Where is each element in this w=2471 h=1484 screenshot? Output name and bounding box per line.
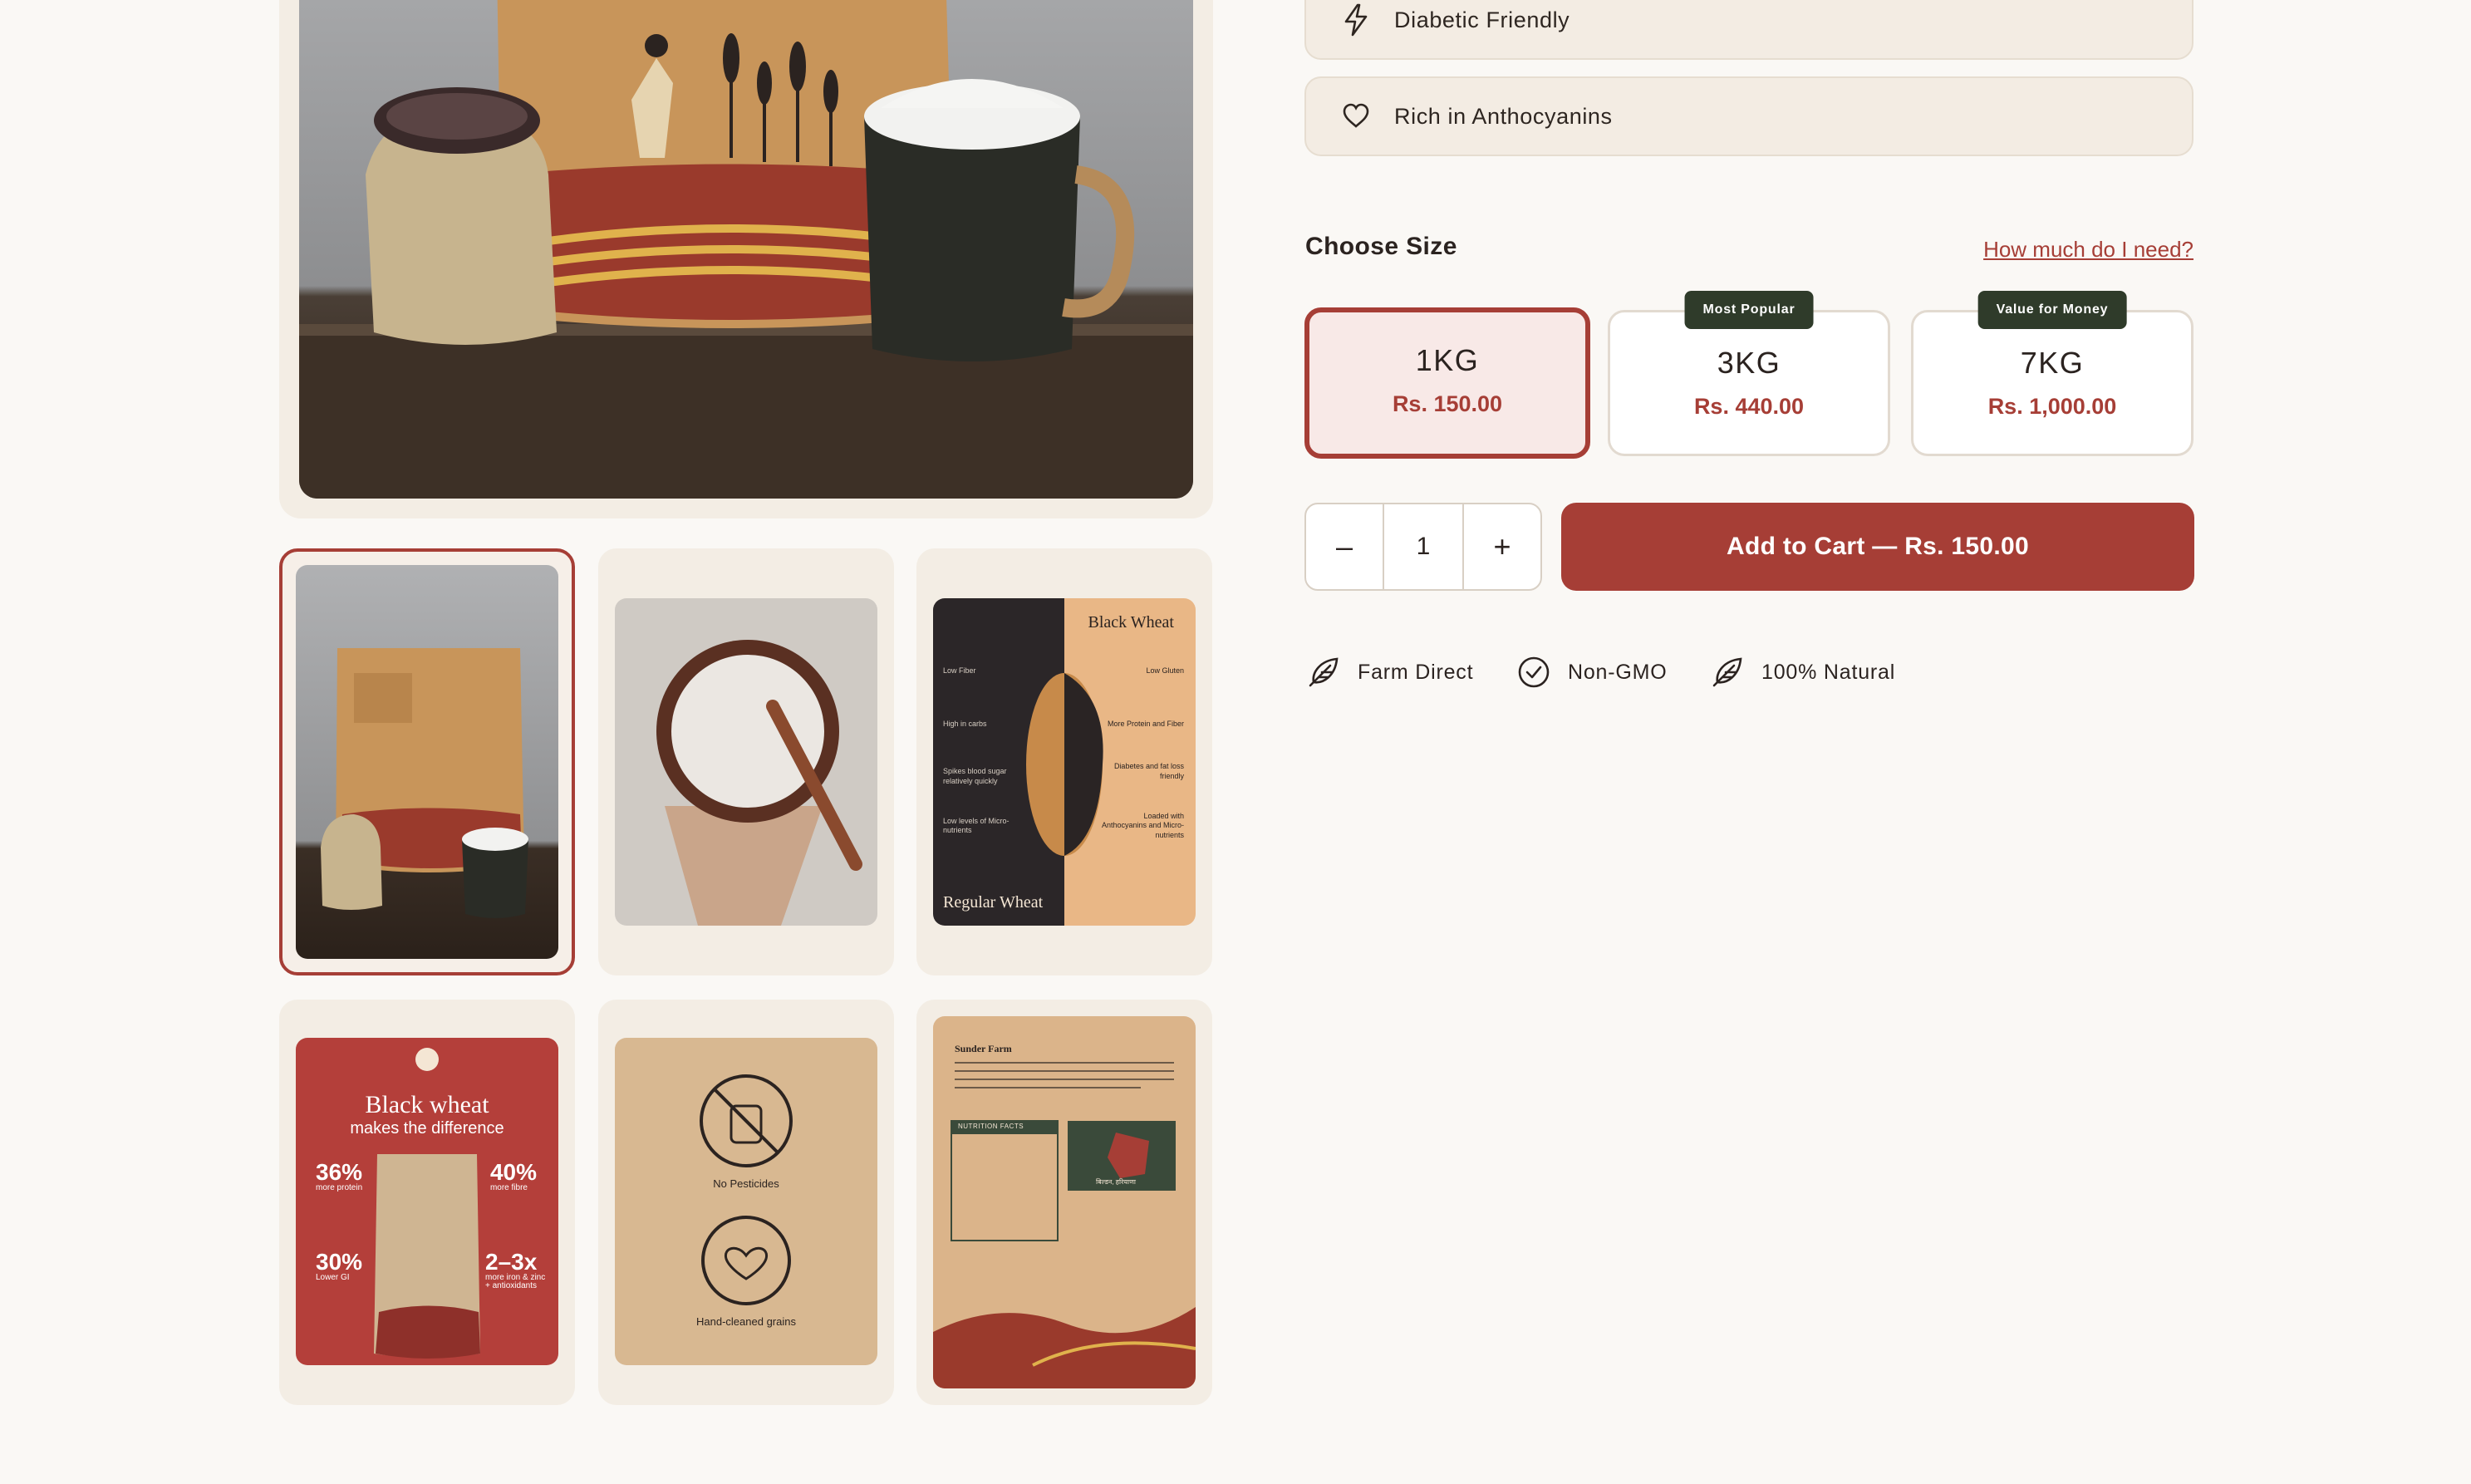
- size-weight: 1KG: [1415, 343, 1480, 377]
- gallery-thumbnail-icons[interactable]: No Pesticides Hand-cleaned grains: [598, 1000, 894, 1405]
- most-popular-badge: Most Popular: [1684, 291, 1814, 329]
- trust-badge-natural: 100% Natural: [1708, 653, 1895, 691]
- size-help-link[interactable]: How much do I need?: [1983, 237, 2193, 263]
- trust-badge-farm-direct: Farm Direct: [1304, 653, 1473, 691]
- heart-icon: [1339, 100, 1373, 133]
- poster-stat: 2–3x more iron & zinc + antioxidants: [485, 1251, 552, 1290]
- gallery-thumbnail-difference[interactable]: Black wheat makes the difference 36% mor…: [279, 1000, 575, 1405]
- value-for-money-badge: Value for Money: [1977, 291, 2127, 329]
- feature-label: Diabetic Friendly: [1394, 7, 1570, 32]
- trust-label: Farm Direct: [1358, 660, 1474, 684]
- size-price: Rs. 440.00: [1693, 394, 1805, 419]
- poster-stat-value: 30%: [316, 1249, 363, 1275]
- trust-label: Non-GMO: [1568, 660, 1668, 684]
- add-to-cart-button[interactable]: Add to Cart — Rs. 150.00: [1561, 503, 2194, 591]
- hands-heart-icon: [701, 1216, 791, 1305]
- feather-icon: [1304, 653, 1343, 691]
- choose-size-title: Choose Size: [1305, 233, 1457, 260]
- gallery-thumbnail-back-label[interactable]: Sunder Farm NUTRITION FACTS बिल्डन, हरिय…: [916, 1000, 1212, 1405]
- poster-stat: 30% Lower GI: [316, 1251, 362, 1282]
- size-option-3kg[interactable]: Most Popular 3KG Rs. 440.00: [1608, 291, 1890, 456]
- feature-label: Rich in Anthocyanins: [1394, 103, 1613, 129]
- poster-stat-label: more protein: [316, 1183, 363, 1192]
- nutrition-facts-title: NUTRITION FACTS: [958, 1123, 1024, 1130]
- main-product-image[interactable]: [299, 0, 1193, 499]
- size-price: Rs. 150.00: [1392, 391, 1503, 416]
- quantity-stepper: – 1 +: [1304, 503, 1542, 591]
- map-label: बिल्डन, हरियाणा: [1096, 1178, 1136, 1186]
- gallery-thumbnail-pack[interactable]: [279, 548, 575, 975]
- poster-stat-label: more fibre: [489, 1183, 528, 1192]
- trust-label: 100% Natural: [1761, 660, 1896, 684]
- icons-card-label: No Pesticides: [713, 1177, 779, 1190]
- poster-stat-value: 36%: [316, 1159, 363, 1185]
- trust-badge-non-gmo: Non-GMO: [1515, 653, 1668, 691]
- feature-diabetic-friendly: Diabetic Friendly: [1304, 0, 2193, 60]
- size-price: Rs. 1,000.00: [1987, 394, 2117, 419]
- quantity-increase-button[interactable]: +: [1464, 504, 1540, 589]
- gallery-thumbnail-flour[interactable]: [598, 548, 894, 975]
- check-circle-icon: [1515, 653, 1553, 691]
- icons-card-label: Hand-cleaned grains: [696, 1315, 796, 1328]
- size-weight: 3KG: [1717, 346, 1781, 380]
- size-option-7kg[interactable]: Value for Money 7KG Rs. 1,000.00: [1911, 291, 2193, 456]
- quantity-decrease-button[interactable]: –: [1306, 504, 1383, 589]
- feature-anthocyanins: Rich in Anthocyanins: [1304, 76, 2193, 156]
- quantity-input[interactable]: 1: [1383, 504, 1464, 589]
- poster-stat-label: Lower GI: [316, 1273, 350, 1282]
- poster-stat: 36% more protein: [316, 1161, 362, 1192]
- main-image-frame: [279, 0, 1213, 518]
- poster-stat-value: 2–3x: [485, 1249, 538, 1275]
- size-weight: 7KG: [2020, 346, 2085, 380]
- feather-icon: [1708, 653, 1746, 691]
- size-option-1kg[interactable]: 1KG Rs. 150.00: [1304, 307, 1590, 459]
- lightning-icon: [1339, 3, 1373, 37]
- poster-stat-value: 40%: [489, 1159, 537, 1185]
- poster-stat: 40% more fibre: [490, 1161, 537, 1192]
- poster-stat-label: more iron & zinc + antioxidants: [485, 1273, 546, 1290]
- gallery-thumbnail-comparison[interactable]: Black Wheat Regular Wheat Low Fiber High…: [916, 548, 1212, 975]
